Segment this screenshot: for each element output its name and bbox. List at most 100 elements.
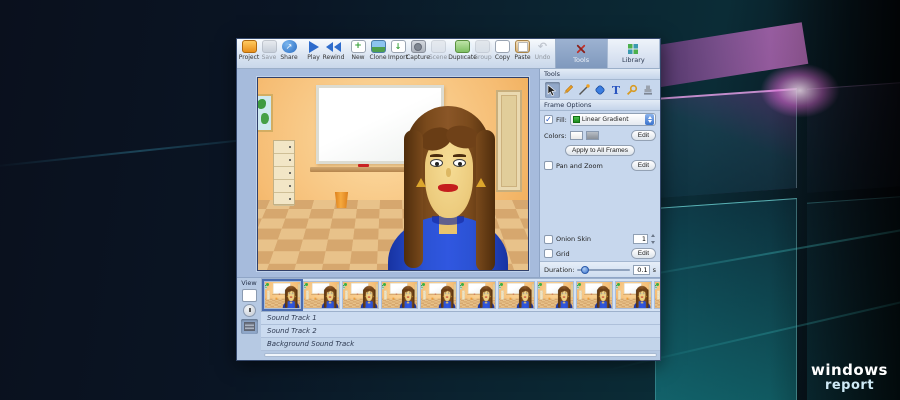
- desktop-wallpaper: Project Save ↗ Share Play Rewind + New Clo…: [0, 0, 900, 400]
- onion-skin-checkbox[interactable]: [544, 234, 553, 244]
- panel-tabs: Tools Library: [554, 39, 660, 69]
- frame-thumbnail[interactable]: [615, 281, 652, 309]
- pan-zoom-row: Pan and Zoom Edit: [540, 158, 660, 173]
- save-icon: [261, 40, 277, 53]
- animation-scene: [382, 282, 417, 308]
- animation-scene: [421, 282, 456, 308]
- colors-edit-button[interactable]: Edit: [630, 130, 656, 141]
- pan-zoom-edit-button[interactable]: Edit: [630, 160, 656, 171]
- share-button[interactable]: ↗ Share: [280, 40, 299, 61]
- fill-type-value: Linear Gradient: [581, 116, 629, 123]
- frame-thumbnail[interactable]: [303, 281, 340, 309]
- background-sound-track-row[interactable]: Background Sound Track: [261, 338, 660, 351]
- animation-scene: [258, 78, 528, 270]
- stamp-tool[interactable]: [641, 82, 656, 98]
- fill-type-dropdown[interactable]: Linear Gradient: [569, 113, 656, 126]
- frame-thumbnail[interactable]: [498, 281, 535, 309]
- play-button[interactable]: Play: [304, 40, 323, 61]
- onion-skin-count-field[interactable]: [633, 234, 648, 244]
- select-tool[interactable]: [544, 81, 560, 98]
- pencil-tool[interactable]: [561, 82, 576, 98]
- undo-button[interactable]: ↶ Undo: [533, 40, 552, 61]
- paste-button[interactable]: Paste: [513, 40, 532, 61]
- tab-tools[interactable]: Tools: [555, 39, 608, 68]
- frame-thumbnail[interactable]: [537, 281, 574, 309]
- onion-skin-stepper[interactable]: [651, 234, 656, 244]
- copy-button[interactable]: Copy: [493, 40, 512, 61]
- frame-thumbnail[interactable]: [381, 281, 418, 309]
- view-label: View: [241, 279, 257, 287]
- pan-zoom-label: Pan and Zoom: [556, 161, 603, 170]
- frame-status-dot: [266, 283, 269, 286]
- animation-scene: [499, 282, 534, 308]
- paste-icon: [515, 40, 530, 53]
- color-swatch-2[interactable]: [585, 131, 599, 140]
- tab-library[interactable]: Library: [608, 39, 660, 68]
- tools-section-header: Tools: [540, 69, 660, 80]
- apply-to-all-frames-button[interactable]: Apply to All Frames: [565, 145, 635, 156]
- frame-thumbnail[interactable]: [420, 281, 457, 309]
- rewind-button[interactable]: Rewind: [323, 40, 345, 61]
- scene-cabinet: [618, 290, 622, 300]
- group-button[interactable]: Group: [473, 40, 492, 61]
- grid-checkbox[interactable]: [544, 249, 553, 258]
- frame-thumbnail[interactable]: [342, 281, 379, 309]
- new-frame-button[interactable]: + New: [349, 40, 368, 61]
- scene-button[interactable]: Scene: [429, 40, 448, 61]
- fill-checkbox[interactable]: ✓: [544, 115, 553, 124]
- grid-edit-button[interactable]: Edit: [630, 248, 656, 259]
- frame-status-dot: [461, 283, 464, 286]
- shape-tool[interactable]: [593, 82, 608, 98]
- dropper-tool[interactable]: [625, 82, 640, 98]
- save-button[interactable]: Save: [260, 40, 279, 61]
- sound-track-2-row[interactable]: Sound Track 2: [261, 325, 660, 338]
- sound-track-1-row[interactable]: Sound Track 1: [261, 312, 660, 325]
- capture-button[interactable]: Capture: [406, 40, 430, 61]
- onion-skin-row: Onion Skin: [540, 232, 660, 246]
- colors-row: Colors: Edit: [540, 128, 660, 143]
- frame-view-button[interactable]: [241, 289, 257, 302]
- frame-thumbnail[interactable]: [459, 281, 496, 309]
- frame-status-dot: [344, 283, 347, 286]
- scene-cabinet: [384, 290, 388, 300]
- pan-zoom-checkbox[interactable]: [544, 161, 553, 170]
- onion-skin-label: Onion Skin: [556, 235, 592, 243]
- animation-scene: [460, 282, 495, 308]
- duplicate-button[interactable]: Duplicate: [448, 40, 477, 61]
- animation-scene: [265, 282, 300, 308]
- line-tool[interactable]: [577, 82, 592, 98]
- undo-icon: ↶: [537, 40, 548, 53]
- project-button[interactable]: Project: [239, 40, 259, 61]
- sound-mixer-button[interactable]: [240, 319, 258, 334]
- timeline: View Sound Track 1 Sound Track 2 Backgro…: [237, 277, 660, 360]
- duration-value-field[interactable]: [632, 264, 650, 275]
- scene-cabinet: [462, 290, 466, 300]
- rewind-icon: [326, 40, 341, 53]
- scene-character: [632, 285, 651, 308]
- duplicate-icon: [455, 40, 470, 53]
- frame-thumbnail[interactable]: [262, 279, 303, 311]
- import-icon: ↓: [390, 40, 406, 53]
- scene-character: [515, 285, 534, 308]
- dark-vignette: [770, 0, 900, 400]
- duration-label: Duration:: [544, 265, 575, 274]
- time-view-button[interactable]: [242, 304, 256, 317]
- duration-unit-label: s: [652, 265, 656, 274]
- timeline-scrollbar[interactable]: [264, 353, 657, 357]
- animation-scene: [304, 282, 339, 308]
- import-button[interactable]: ↓ Import: [388, 40, 408, 61]
- duration-slider-knob[interactable]: [580, 265, 589, 274]
- color-swatch-1[interactable]: [569, 131, 583, 140]
- scene-character: [398, 285, 417, 308]
- fill-row: ✓ Fill: Linear Gradient: [540, 111, 660, 128]
- share-icon: ↗: [281, 40, 297, 53]
- frame-status-dot: [383, 283, 386, 286]
- frame-status-dot: [617, 283, 620, 286]
- frame-thumbnail[interactable]: [654, 281, 660, 309]
- clone-button[interactable]: Clone: [369, 40, 388, 61]
- canvas-stage[interactable]: [257, 77, 529, 271]
- frame-thumbnail[interactable]: [576, 281, 613, 309]
- text-tool[interactable]: T: [609, 82, 624, 98]
- tools-tab-icon: [575, 43, 587, 55]
- duration-slider[interactable]: [577, 265, 630, 274]
